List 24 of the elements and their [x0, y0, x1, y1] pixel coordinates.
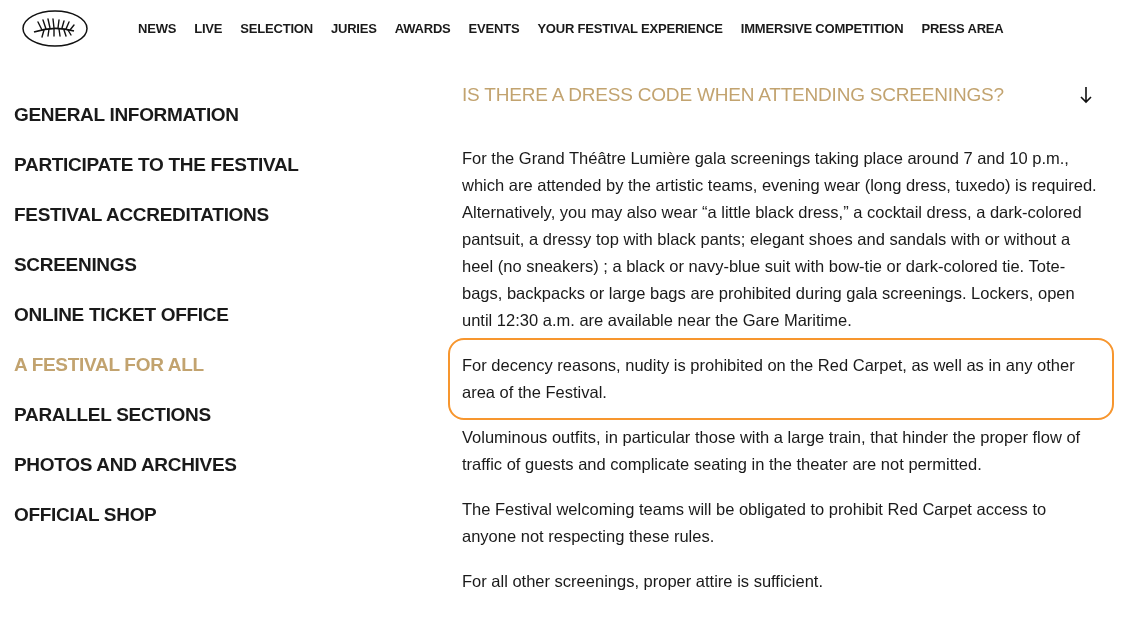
nav-link[interactable]: JURIES [330, 18, 377, 39]
sidebar-link[interactable]: PARTICIPATE TO THE FESTIVAL [14, 153, 299, 177]
answer-paragraph: For the Grand Théâtre Lumière gala screenings taking place around 7 and 10 p.m., which are attended by the artistic teams, evening wear (long dress, tuxedo) is required. Alternatively, you may also wear “a little black dress,” a cocktail dress, a dark-colored pantsuit, a dressy top with black pants; elegant shoes and sandals with or without a heel (no sneakers) ; a black or navy-blue suit with bow-tie or dark-colored tie. Tote-bags, backpacks or large bags are prohibited during gala screenings. Lockers, open until 12:30 a.m. are available near the Gare Maritime. [462, 148, 1098, 331]
sidebar-link[interactable]: SCREENINGS [14, 253, 137, 277]
sidebar-link[interactable]: OFFICIAL SHOP [14, 503, 157, 527]
nav-link[interactable]: YOUR FESTIVAL EXPERIENCE [537, 18, 723, 39]
answer-paragraph: Voluminous outfits, in particular those with a large train, that hinder the proper flow of traffic of guests and complicate seating in the theater are not permitted. [462, 427, 1082, 475]
sidebar-link[interactable]: PHOTOS AND ARCHIVES [14, 453, 237, 477]
sidebar-link[interactable]: ONLINE TICKET OFFICE [14, 303, 229, 327]
answer-paragraph: For all other screenings, proper attire is sufficient. [462, 571, 825, 592]
nav-link[interactable]: SELECTION [240, 18, 313, 39]
nav-link[interactable]: AWARDS [394, 18, 451, 39]
nav-link[interactable]: IMMERSIVE COMPETITION [740, 18, 904, 39]
nav-link[interactable]: PRESS AREA [921, 18, 1004, 39]
sidebar-link[interactable]: PARALLEL SECTIONS [14, 403, 211, 427]
arrow-down-icon[interactable] [1080, 86, 1092, 104]
answer-paragraph: The Festival welcoming teams will be obligated to prohibit Red Carpet access to anyone not respecting these rules. [462, 499, 1048, 547]
nav-link[interactable]: EVENTS [468, 18, 520, 39]
sidebar-link[interactable]: FESTIVAL ACCREDITATIONS [14, 203, 269, 227]
nav-link[interactable]: NEWS [138, 18, 177, 39]
highlighted-paragraph: For decency reasons, nudity is prohibited on the Red Carpet, as well as in any other area of the Festival. [448, 338, 1114, 420]
nav-link[interactable]: LIVE [194, 18, 223, 39]
palm-leaf-logo[interactable] [22, 10, 88, 47]
sidebar-link[interactable]: GENERAL INFORMATION [14, 103, 239, 127]
